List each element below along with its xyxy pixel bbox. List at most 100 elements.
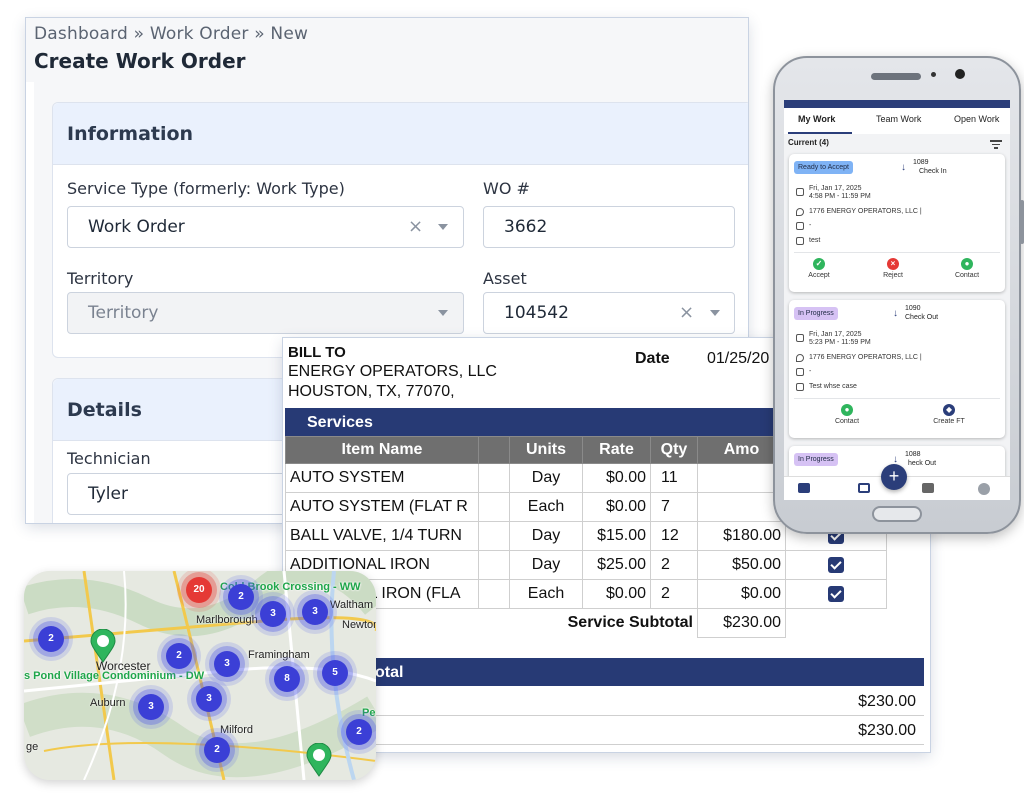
- create-ft-button[interactable]: ⬥ Create FT: [927, 404, 971, 425]
- bill-to-label: BILL TO: [288, 344, 346, 361]
- item-units: Day: [509, 463, 583, 493]
- work-order-number: 1090: [905, 305, 921, 312]
- map-cluster[interactable]: 3: [302, 599, 328, 625]
- app-bar: [784, 100, 1010, 108]
- service-type-select[interactable]: Work Order ×: [67, 206, 464, 248]
- item-qty: 11: [650, 463, 698, 493]
- front-camera: [955, 69, 965, 79]
- card-date: Fri, Jan 17, 2025: [809, 331, 862, 338]
- territory-label: Territory: [67, 269, 134, 288]
- home-button[interactable]: [872, 506, 922, 522]
- map-cluster[interactable]: 8: [274, 666, 300, 692]
- tab-my-work[interactable]: My Work: [798, 114, 835, 124]
- check-circle-icon: ✓: [813, 258, 825, 270]
- total-line-2: $230.00: [285, 717, 924, 745]
- filter-icon[interactable]: [990, 140, 1002, 151]
- reject-button[interactable]: × Reject: [877, 258, 909, 279]
- information-heading: Information: [53, 103, 748, 165]
- work-order-action: heck Out: [908, 460, 937, 467]
- item-name: AUTO SYSTEM: [285, 463, 479, 493]
- map-cluster[interactable]: 2: [228, 584, 254, 610]
- location-icon: [796, 208, 804, 216]
- territory-select[interactable]: Territory: [67, 292, 464, 334]
- item-check-cell: [785, 550, 887, 580]
- location-icon: [796, 354, 804, 362]
- date-value: 01/25/20: [707, 350, 770, 367]
- work-card[interactable]: In Progress ↓ 1090 Check Out Fri, Jan 17…: [789, 300, 1005, 438]
- map-cluster[interactable]: 5: [322, 660, 348, 686]
- map-pin-icon[interactable]: [306, 743, 332, 777]
- profile-icon[interactable]: [978, 483, 990, 495]
- col-qty: Qty: [650, 436, 698, 464]
- tab-team-work[interactable]: Team Work: [876, 114, 921, 124]
- item-units: Day: [509, 521, 583, 551]
- page-header: Dashboard » Work Order » New Create Work…: [26, 18, 748, 82]
- arrow-down-icon: ↓: [893, 308, 898, 319]
- item-rate: $0.00: [582, 492, 651, 522]
- breadcrumb[interactable]: Dashboard » Work Order » New: [34, 24, 308, 44]
- col-blank: [478, 436, 510, 464]
- box-icon: [796, 222, 804, 230]
- asset-select[interactable]: 104542 ×: [483, 292, 735, 334]
- map-cluster[interactable]: 2: [38, 626, 64, 652]
- service-map[interactable]: Cold Brook Crossing - WW Waltham Marlbor…: [24, 571, 376, 780]
- speaker-grille: [871, 73, 921, 80]
- place-label: Milford: [220, 724, 254, 736]
- mobile-tabs: My Work Team Work Open Work: [784, 108, 1010, 134]
- item-units: Day: [509, 550, 583, 580]
- work-card[interactable]: Ready to Accept ↓ 1089 Check In Fri, Jan…: [789, 154, 1005, 292]
- contact-button[interactable]: ● Contact: [829, 404, 865, 425]
- map-cluster[interactable]: 2: [346, 719, 372, 745]
- archive-icon[interactable]: [922, 483, 934, 493]
- map-cluster[interactable]: 2: [166, 643, 192, 669]
- tab-open-work[interactable]: Open Work: [954, 114, 999, 124]
- checkbox-checked-icon[interactable]: [828, 585, 844, 602]
- clear-x-icon[interactable]: ×: [679, 302, 694, 323]
- mobile-device: My Work Team Work Open Work Current (4) …: [773, 56, 1024, 534]
- col-rate: Rate: [582, 436, 651, 464]
- technician-label: Technician: [67, 449, 151, 468]
- caret-down-icon[interactable]: [438, 310, 448, 316]
- place-label: Auburn: [90, 697, 126, 709]
- caret-down-icon[interactable]: [438, 224, 448, 230]
- card-icon[interactable]: [858, 483, 870, 493]
- item-rate: $25.00: [582, 550, 651, 580]
- map-cluster[interactable]: 20: [186, 577, 212, 603]
- map-pin-icon[interactable]: [90, 629, 116, 663]
- note-icon: [796, 237, 804, 245]
- clear-x-icon[interactable]: ×: [408, 216, 423, 237]
- date-label: Date: [635, 350, 670, 367]
- work-order-number: 1089: [913, 159, 929, 166]
- item-rate: $0.00: [582, 579, 651, 609]
- checkbox-checked-icon[interactable]: [828, 556, 844, 573]
- work-order-action: Check Out: [905, 314, 939, 321]
- wo-number-label: WO #: [483, 179, 530, 198]
- briefcase-icon[interactable]: [798, 483, 810, 493]
- x-circle-icon: ×: [887, 258, 899, 270]
- col-item-name: Item Name: [285, 436, 479, 464]
- item-check-cell: [785, 579, 887, 609]
- map-cluster[interactable]: 3: [260, 601, 286, 627]
- total-heading: otal: [285, 658, 924, 686]
- card-note: test: [809, 237, 821, 244]
- note-icon: [796, 383, 804, 391]
- map-cluster[interactable]: 3: [196, 686, 222, 712]
- map-cluster[interactable]: 3: [214, 651, 240, 677]
- territory-placeholder: Territory: [88, 303, 159, 323]
- accept-button[interactable]: ✓ Accept: [803, 258, 835, 279]
- add-button[interactable]: +: [881, 464, 907, 490]
- caret-down-icon[interactable]: [710, 310, 720, 316]
- map-cluster[interactable]: 3: [138, 694, 164, 720]
- service-type-label: Service Type (formerly: Work Type): [67, 179, 345, 198]
- volume-button: [1020, 200, 1024, 244]
- work-order-action: Check In: [919, 168, 947, 175]
- wo-number-value: 3662: [504, 217, 548, 237]
- calendar-icon: [796, 188, 804, 196]
- map-cluster[interactable]: 2: [204, 737, 230, 763]
- card-asset: -: [809, 368, 812, 375]
- wo-number-input[interactable]: 3662: [483, 206, 735, 248]
- asset-label: Asset: [483, 269, 527, 288]
- subtotal-value: $230.00: [697, 608, 786, 638]
- service-type-value: Work Order: [88, 217, 185, 237]
- contact-button[interactable]: ● Contact: [949, 258, 985, 279]
